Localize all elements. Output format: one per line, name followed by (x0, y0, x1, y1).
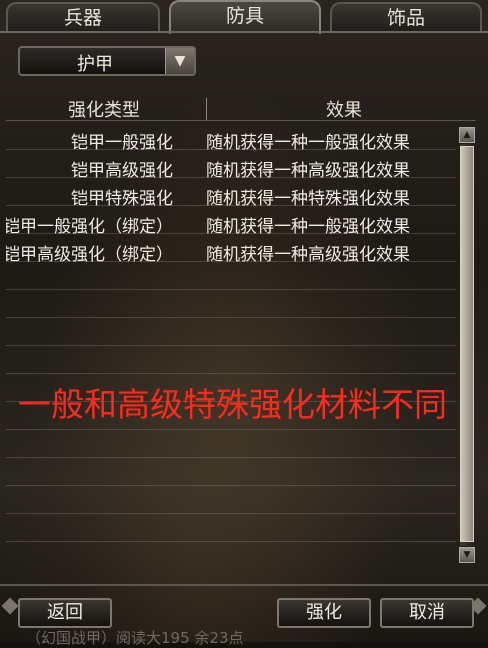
tab-weapons[interactable]: 兵器 (6, 2, 160, 32)
table-row[interactable]: 铠甲一般强化 随机获得一种一般强化效果 (6, 126, 456, 153)
footer-text: （幻国战甲）阅读大195 余23点 (26, 629, 244, 647)
enhance-list: 铠甲一般强化 随机获得一种一般强化效果 铠甲高级强化 随机获得一种高级强化效果 … (6, 124, 456, 564)
column-separator (206, 98, 207, 120)
corner-ornament (1, 597, 19, 615)
table-row[interactable]: 铠甲一般强化（绑定） 随机获得一种一般强化效果 (6, 210, 456, 237)
empty-row (6, 490, 456, 514)
back-button[interactable]: 返回 (18, 598, 112, 628)
empty-row (6, 322, 456, 346)
enhance-type: 铠甲一般强化（绑定） (6, 217, 173, 237)
enhance-effect: 随机获得一种一般强化效果 (206, 217, 410, 237)
header-divider (6, 120, 476, 121)
table-row[interactable]: 铠甲特殊强化 随机获得一种特殊强化效果 (6, 182, 456, 209)
enhance-type: 铠甲一般强化 (71, 133, 173, 153)
scroll-up-icon[interactable]: ▲ (459, 127, 475, 143)
enhance-type: 铠甲高级强化（绑定） (6, 245, 173, 265)
tab-accessories[interactable]: 饰品 (330, 2, 482, 32)
game-panel: 兵器 防具 饰品 护甲 ▼ 强化类型 效果 铠甲一般强化 随机获得一种一般强化效… (0, 0, 488, 647)
empty-row (6, 434, 456, 458)
table-row[interactable]: 铠甲高级强化（绑定） 随机获得一种高级强化效果 (6, 238, 456, 265)
column-header-type: 强化类型 (68, 100, 140, 121)
enhance-effect: 随机获得一种高级强化效果 (206, 161, 410, 181)
enhance-effect: 随机获得一种高级强化效果 (206, 245, 410, 265)
annotation-text: 一般和高级特殊强化材料不同 (18, 385, 447, 424)
bottom-divider (0, 584, 488, 586)
tab-divider (0, 31, 488, 33)
column-header-effect: 效果 (326, 100, 362, 121)
empty-row (6, 294, 456, 318)
cancel-button[interactable]: 取消 (380, 598, 474, 628)
scroll-down-icon[interactable]: ▼ (459, 547, 475, 563)
scrollbar-thumb[interactable] (460, 146, 474, 542)
empty-row (6, 266, 456, 290)
category-dropdown[interactable]: 护甲 ▼ (18, 46, 196, 76)
enhance-button[interactable]: 强化 (277, 598, 371, 628)
dropdown-value: 护甲 (77, 54, 113, 75)
enhance-effect: 随机获得一种一般强化效果 (206, 133, 410, 153)
empty-row (6, 350, 456, 374)
enhance-type: 铠甲特殊强化 (71, 189, 173, 209)
table-row[interactable]: 铠甲高级强化 随机获得一种高级强化效果 (6, 154, 456, 181)
empty-row (6, 518, 456, 542)
chevron-down-icon[interactable]: ▼ (165, 48, 194, 74)
empty-row (6, 462, 456, 486)
enhance-type: 铠甲高级强化 (71, 161, 173, 181)
enhance-effect: 随机获得一种特殊强化效果 (206, 189, 410, 209)
tab-armor[interactable]: 防具 (169, 0, 321, 34)
